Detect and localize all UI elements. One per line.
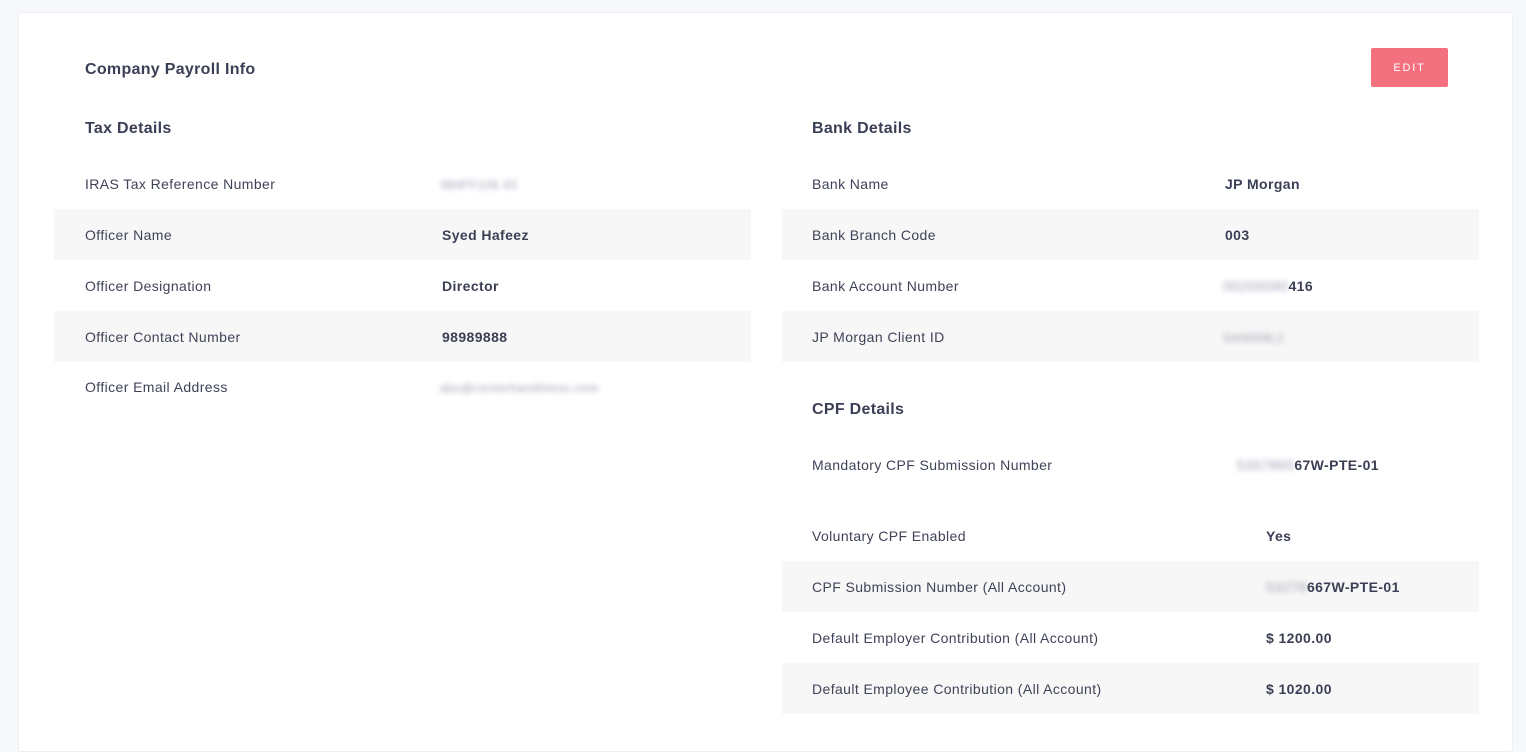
bank-branch-code-value: 003 <box>1225 226 1250 243</box>
employer-contribution-value: $ 1200.00 <box>1266 629 1332 646</box>
cpf-row-employee-contribution: Default Employee Contribution (All Accou… <box>782 663 1479 714</box>
officer-contact-value: 98989888 <box>442 328 508 345</box>
cpf-row-voluntary: Voluntary CPF Enabled Yes <box>782 510 1479 561</box>
jp-morgan-client-id-value: SAN009L2 <box>1223 330 1285 345</box>
mandatory-cpf-masked: 5357865 <box>1237 456 1295 473</box>
officer-designation-label: Officer Designation <box>85 277 212 294</box>
iras-tax-ref-label: IRAS Tax Reference Number <box>85 175 276 192</box>
officer-name-label: Officer Name <box>85 226 173 243</box>
bank-branch-code-label: Bank Branch Code <box>812 226 936 243</box>
bank-row-account-number: Bank Account Number 00200090416 <box>782 260 1479 311</box>
bank-row-name: Bank Name JP Morgan <box>782 158 1479 209</box>
bank-row-branch-code: Bank Branch Code 003 <box>782 209 1479 260</box>
edit-button[interactable]: EDIT <box>1371 48 1448 87</box>
employee-contribution-value: $ 1020.00 <box>1266 680 1332 697</box>
employee-contribution-label: Default Employee Contribution (All Accou… <box>812 680 1102 697</box>
employer-contribution-label: Default Employer Contribution (All Accou… <box>812 629 1099 646</box>
bank-name-value: JP Morgan <box>1225 175 1300 192</box>
officer-contact-label: Officer Contact Number <box>85 328 241 345</box>
bank-account-number-value: 00200090416 <box>1223 278 1313 294</box>
tax-row-officer-name: Officer Name Syed Hafeez <box>54 209 751 260</box>
tax-row-iras: IRAS Tax Reference Number 984FF106 43 <box>54 158 751 209</box>
cpf-submission-all-value: 53278667W-PTE-01 <box>1266 579 1400 595</box>
mandatory-cpf-visible: 67W-PTE-01 <box>1294 456 1379 473</box>
cpf-details-title: CPF Details <box>812 401 905 418</box>
bank-name-label: Bank Name <box>812 175 889 192</box>
officer-name-value: Syed Hafeez <box>442 226 529 243</box>
bank-account-number-masked: 00200090 <box>1223 277 1289 294</box>
officer-designation-value: Director <box>442 277 499 294</box>
page-title: Company Payroll Info <box>85 61 256 78</box>
voluntary-cpf-label: Voluntary CPF Enabled <box>812 527 966 544</box>
bank-row-client-id: JP Morgan Client ID SAN009L2 <box>782 311 1479 362</box>
cpf-row-mandatory: Mandatory CPF Submission Number 53578656… <box>782 439 1479 490</box>
cpf-row-submission-all: CPF Submission Number (All Account) 5327… <box>782 561 1479 612</box>
payroll-info-card: Company Payroll Info EDIT Tax Details IR… <box>18 12 1513 752</box>
tax-row-officer-contact: Officer Contact Number 98989888 <box>54 311 751 362</box>
cpf-submission-all-visible: 667W-PTE-01 <box>1306 578 1400 595</box>
voluntary-cpf-value: Yes <box>1266 527 1292 544</box>
tax-row-officer-email: Officer Email Address abu@centerhandline… <box>54 361 751 412</box>
mandatory-cpf-label: Mandatory CPF Submission Number <box>812 456 1053 473</box>
bank-account-number-label: Bank Account Number <box>812 277 959 294</box>
iras-tax-ref-value: 984FF106 43 <box>441 177 517 192</box>
bank-details-title: Bank Details <box>812 120 912 137</box>
tax-details-title: Tax Details <box>85 120 172 137</box>
tax-row-officer-designation: Officer Designation Director <box>54 260 751 311</box>
jp-morgan-client-id-label: JP Morgan Client ID <box>812 328 945 345</box>
bank-account-number-visible: 416 <box>1288 277 1314 294</box>
mandatory-cpf-value: 535786567W-PTE-01 <box>1237 457 1379 473</box>
officer-email-value: abu@centerhandlinesc.com <box>440 380 599 395</box>
cpf-submission-all-masked: 53278 <box>1266 578 1307 595</box>
officer-email-label: Officer Email Address <box>85 378 228 395</box>
cpf-row-employer-contribution: Default Employer Contribution (All Accou… <box>782 612 1479 663</box>
cpf-submission-all-label: CPF Submission Number (All Account) <box>812 578 1067 595</box>
